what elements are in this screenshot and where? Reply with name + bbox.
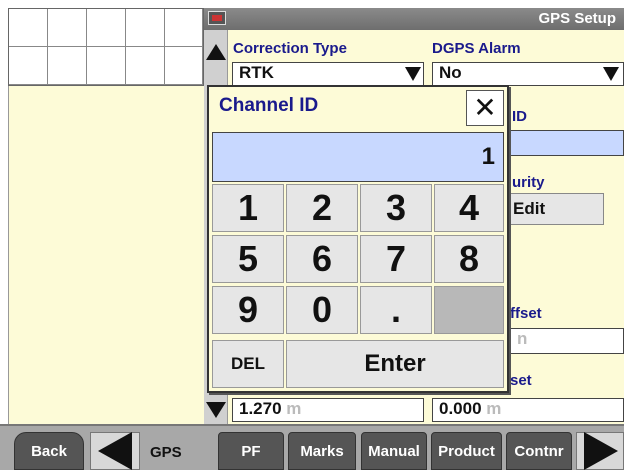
key-5[interactable]: 5 bbox=[212, 235, 284, 283]
key-4[interactable]: 4 bbox=[434, 184, 504, 232]
offset-field[interactable]: n bbox=[510, 328, 624, 354]
channel-id-display: 1 bbox=[212, 132, 504, 182]
grid-cell[interactable] bbox=[126, 9, 165, 47]
set-label: set bbox=[510, 372, 532, 389]
channel-id-dialog: Channel ID ✕ 1 1 2 3 4 5 6 7 8 9 0 . DEL… bbox=[207, 85, 509, 393]
dgps-alarm-value: No bbox=[439, 63, 462, 82]
correction-type-value: RTK bbox=[239, 63, 274, 82]
grid-cell[interactable] bbox=[165, 9, 203, 47]
arrow-right-icon bbox=[584, 432, 618, 470]
scroll-down-icon[interactable] bbox=[206, 402, 226, 418]
manual-button[interactable]: Manual bbox=[361, 432, 427, 470]
title-bar: GPS Setup bbox=[204, 8, 624, 30]
right-offset-unit: m bbox=[486, 399, 502, 418]
grid-cell[interactable] bbox=[48, 9, 87, 47]
back-button[interactable]: Back bbox=[14, 432, 84, 470]
page-title: GPS Setup bbox=[538, 10, 616, 27]
grid-cell[interactable] bbox=[87, 47, 126, 85]
offset-label: ffset bbox=[510, 305, 542, 322]
left-offset-unit: m bbox=[286, 399, 302, 418]
arrow-left-icon bbox=[98, 432, 132, 470]
shortcut-grid bbox=[8, 8, 204, 86]
edit-button[interactable]: Edit bbox=[510, 193, 604, 225]
key-7[interactable]: 7 bbox=[360, 235, 432, 283]
close-icon[interactable]: ✕ bbox=[466, 90, 504, 126]
correction-type-dropdown[interactable]: RTK bbox=[232, 62, 424, 86]
del-button[interactable]: DEL bbox=[212, 340, 284, 388]
dialog-title: Channel ID bbox=[219, 95, 319, 116]
grid-cell[interactable] bbox=[126, 47, 165, 85]
edit-button-label: Edit bbox=[513, 199, 546, 218]
left-offset-field[interactable]: 1.270 m bbox=[232, 398, 424, 422]
enter-button[interactable]: Enter bbox=[286, 340, 504, 388]
id-label: ID bbox=[512, 108, 527, 125]
dgps-alarm-label: DGPS Alarm bbox=[432, 40, 521, 57]
key-8[interactable]: 8 bbox=[434, 235, 504, 283]
grid-cell[interactable] bbox=[9, 47, 48, 85]
chevron-down-icon bbox=[405, 67, 421, 81]
scroll-up-icon[interactable] bbox=[206, 44, 226, 60]
key-6[interactable]: 6 bbox=[286, 235, 358, 283]
grid-cell[interactable] bbox=[165, 47, 203, 85]
key-3[interactable]: 3 bbox=[360, 184, 432, 232]
contnr-button[interactable]: Contnr bbox=[506, 432, 572, 470]
security-label: urity bbox=[512, 174, 545, 191]
product-button[interactable]: Product bbox=[431, 432, 502, 470]
key-0[interactable]: 0 bbox=[286, 286, 358, 334]
grid-cell[interactable] bbox=[9, 9, 48, 47]
marks-button[interactable]: Marks bbox=[288, 432, 356, 470]
key-9[interactable]: 9 bbox=[212, 286, 284, 334]
offset-unit: n bbox=[517, 329, 528, 348]
left-pane bbox=[8, 86, 204, 424]
key-1[interactable]: 1 bbox=[212, 184, 284, 232]
grid-cell[interactable] bbox=[48, 47, 87, 85]
dgps-alarm-dropdown[interactable]: No bbox=[432, 62, 624, 86]
chevron-down-icon bbox=[603, 67, 619, 81]
blank-key bbox=[434, 286, 504, 334]
right-offset-value: 0.000 bbox=[439, 399, 482, 418]
monitor-icon bbox=[208, 11, 226, 25]
key-decimal[interactable]: . bbox=[360, 286, 432, 334]
id-field[interactable] bbox=[510, 130, 624, 156]
key-2[interactable]: 2 bbox=[286, 184, 358, 232]
pf-button[interactable]: PF bbox=[218, 432, 284, 470]
grid-cell[interactable] bbox=[87, 9, 126, 47]
right-offset-field[interactable]: 0.000 m bbox=[432, 398, 624, 422]
correction-type-label: Correction Type bbox=[233, 40, 347, 57]
gps-label: GPS bbox=[150, 444, 182, 461]
left-offset-value: 1.270 bbox=[239, 399, 282, 418]
